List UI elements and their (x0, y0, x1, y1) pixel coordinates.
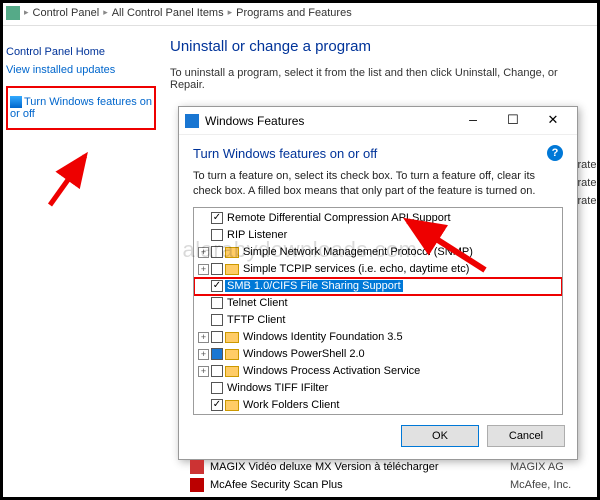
folder-icon (225, 400, 239, 411)
folder-icon (225, 332, 239, 343)
feature-checkbox[interactable] (211, 263, 223, 275)
sidebar-home[interactable]: Control Panel Home (6, 46, 156, 58)
chevron-right-icon[interactable]: ▸ (228, 7, 233, 18)
expand-icon[interactable]: + (198, 349, 209, 360)
feature-checkbox[interactable] (211, 331, 223, 343)
feature-item[interactable]: SMB 1.0/CIFS File Sharing Support (194, 278, 562, 295)
crumb-control-panel[interactable]: Control Panel (33, 7, 100, 19)
breadcrumb: ▸ Control Panel ▸ All Control Panel Item… (0, 0, 600, 26)
dialog-titlebar[interactable]: Windows Features — ☐ ✕ (179, 107, 577, 135)
feature-checkbox[interactable] (211, 382, 223, 394)
folder-icon (225, 247, 239, 258)
page-subtitle: To uninstall a program, select it from t… (170, 67, 594, 91)
dialog-title: Windows Features (205, 114, 453, 128)
feature-checkbox[interactable] (211, 246, 223, 258)
close-button[interactable]: ✕ (533, 109, 573, 133)
feature-checkbox[interactable] (211, 297, 223, 309)
expand-icon[interactable]: + (198, 264, 209, 275)
main-content: Uninstall or change a program To uninsta… (170, 38, 594, 105)
dialog-heading: Turn Windows features on or off ? (193, 145, 563, 161)
maximize-button[interactable]: ☐ (493, 109, 533, 133)
sidebar: Control Panel Home View installed update… (6, 40, 156, 130)
sidebar-view-updates[interactable]: View installed updates (6, 64, 156, 76)
feature-item[interactable]: + Windows PowerShell 2.0 (194, 346, 562, 363)
feature-checkbox[interactable] (211, 229, 223, 241)
page-title: Uninstall or change a program (170, 38, 594, 55)
features-tree[interactable]: Remote Differential Compression API Supp… (193, 207, 563, 415)
program-icon (190, 478, 204, 492)
windows-features-dialog: Windows Features — ☐ ✕ Turn Windows feat… (178, 106, 578, 460)
feature-item[interactable]: RIP Listener (194, 227, 562, 244)
crumb-programs-features[interactable]: Programs and Features (236, 7, 352, 19)
feature-item[interactable]: + Windows Process Activation Service (194, 363, 562, 380)
feature-item[interactable]: + Windows Identity Foundation 3.5 (194, 329, 562, 346)
feature-checkbox[interactable] (211, 399, 223, 411)
chevron-right-icon[interactable]: ▸ (103, 7, 108, 18)
sidebar-turn-features[interactable]: Turn Windows features on or off (10, 96, 152, 120)
program-row[interactable]: MAGIX Vidéo deluxe MX Version à téléchar… (190, 458, 590, 476)
installed-programs-visible: MAGIX Vidéo deluxe MX Version à téléchar… (190, 458, 590, 494)
dialog-description: To turn a feature on, select its check b… (193, 169, 563, 199)
feature-item[interactable]: TFTP Client (194, 312, 562, 329)
shield-icon (10, 96, 22, 108)
feature-checkbox[interactable] (211, 314, 223, 326)
feature-label: Work Folders Client (241, 399, 341, 411)
feature-label: TFTP Client (225, 314, 287, 326)
annotation-arrow (40, 150, 100, 213)
feature-label: Simple Network Management Protocol (SNMP… (241, 246, 475, 258)
feature-label: Windows PowerShell 2.0 (241, 348, 367, 360)
chevron-right-icon[interactable]: ▸ (24, 7, 29, 18)
feature-item[interactable]: Windows TIFF IFilter (194, 380, 562, 397)
feature-label: Windows Process Activation Service (241, 365, 422, 377)
ok-button[interactable]: OK (401, 425, 479, 447)
feature-checkbox[interactable] (211, 365, 223, 377)
feature-item[interactable]: + Simple Network Management Protocol (SNM… (194, 244, 562, 261)
feature-item[interactable]: Remote Differential Compression API Supp… (194, 210, 562, 227)
expand-icon[interactable]: + (198, 332, 209, 343)
program-icon (190, 460, 204, 474)
feature-item[interactable]: Work Folders Client (194, 397, 562, 414)
folder-icon (225, 349, 239, 360)
folder-icon (225, 264, 239, 275)
sidebar-turn-features-highlight: Turn Windows features on or off (6, 86, 156, 130)
feature-label: Telnet Client (225, 297, 290, 309)
feature-checkbox[interactable] (211, 280, 223, 292)
control-panel-icon (6, 6, 20, 20)
feature-checkbox[interactable] (211, 348, 223, 360)
windows-features-icon (185, 114, 199, 128)
folder-icon (225, 366, 239, 377)
help-icon[interactable]: ? (547, 145, 563, 161)
feature-label: Simple TCPIP services (i.e. echo, daytim… (241, 263, 471, 275)
feature-label: Windows Identity Foundation 3.5 (241, 331, 405, 343)
crumb-all-items[interactable]: All Control Panel Items (112, 7, 224, 19)
feature-checkbox[interactable] (211, 212, 223, 224)
program-row[interactable]: McAfee Security Scan Plus McAfee, Inc. (190, 476, 590, 494)
feature-label: Windows TIFF IFilter (225, 382, 330, 394)
expand-icon[interactable]: + (198, 366, 209, 377)
feature-label: RIP Listener (225, 229, 289, 241)
feature-item[interactable]: Telnet Client (194, 295, 562, 312)
cancel-button[interactable]: Cancel (487, 425, 565, 447)
feature-item[interactable]: + Simple TCPIP services (i.e. echo, dayti… (194, 261, 562, 278)
feature-label: SMB 1.0/CIFS File Sharing Support (225, 280, 403, 292)
minimize-button[interactable]: — (453, 109, 493, 133)
feature-label: Remote Differential Compression API Supp… (225, 212, 453, 224)
expand-icon[interactable]: + (198, 247, 209, 258)
